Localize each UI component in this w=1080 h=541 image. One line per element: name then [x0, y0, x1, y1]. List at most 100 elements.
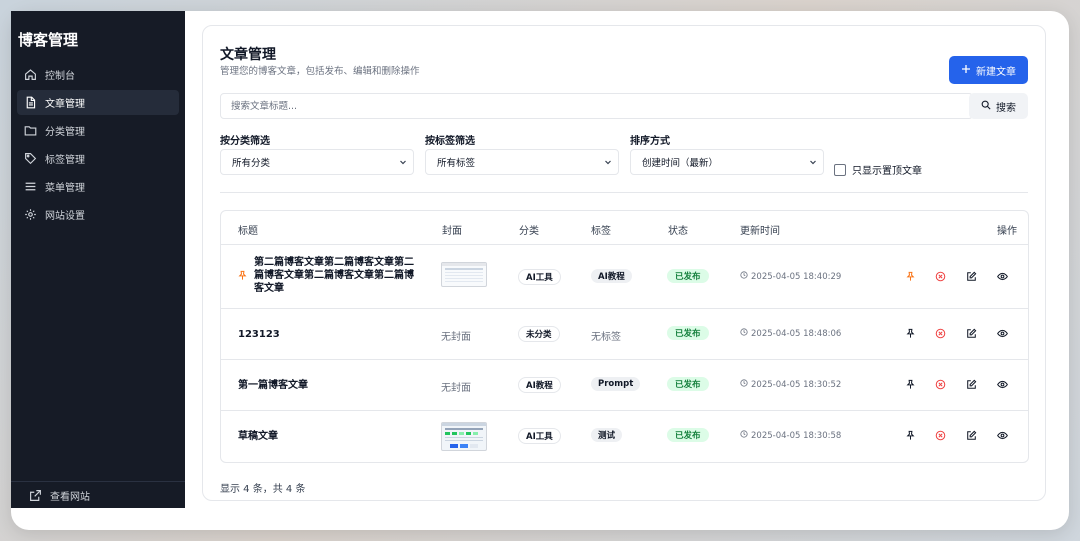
sidebar-item-label: 菜单管理	[45, 183, 85, 194]
page-subtitle: 管理您的博客文章，包括发布、编辑和删除操作	[220, 66, 420, 77]
sidebar-item-label: 网站设置	[45, 211, 85, 222]
edit-icon[interactable]	[964, 269, 978, 283]
column-header-category: 分类	[519, 226, 539, 237]
sidebar-item-categories[interactable]: 分类管理	[17, 118, 179, 143]
tag-badge: AI教程	[591, 269, 632, 283]
delete-icon[interactable]	[933, 326, 947, 340]
clock-icon	[740, 430, 748, 441]
sidebar-item-label: 文章管理	[45, 99, 85, 110]
document-icon	[23, 96, 37, 110]
view-site-link[interactable]: 查看网站	[11, 481, 185, 508]
new-article-button[interactable]: 新建文章	[949, 56, 1028, 84]
tag-filter-select[interactable]: 所有标签	[425, 149, 619, 175]
category-badge: 未分类	[518, 326, 560, 342]
chevron-down-icon	[399, 158, 407, 169]
updated-time: 2025-04-05 18:30:52	[740, 379, 841, 390]
view-site-label: 查看网站	[50, 491, 90, 503]
sidebar-item-dashboard[interactable]: 控制台	[17, 62, 179, 87]
sort-select[interactable]: 创建时间（最新）	[630, 149, 824, 175]
search-button[interactable]: 搜索	[969, 93, 1028, 119]
category-filter-label: 按分类筛选	[220, 136, 270, 147]
column-header-cover: 封面	[442, 226, 462, 237]
table-row: 草稿文章 AI工具 测试 已发布 2025-04-05 18:30:58	[221, 411, 1028, 462]
category-badge: AI教程	[518, 377, 561, 393]
gear-icon	[23, 208, 37, 222]
articles-table: 标题 封面 分类 标签 状态 更新时间 操作 第二篇博客文章第二篇博客文章第二篇…	[220, 210, 1029, 463]
article-title[interactable]: 123123	[238, 328, 280, 341]
sidebar-item-articles[interactable]: 文章管理	[17, 90, 179, 115]
article-title[interactable]: 第二篇博客文章第二篇博客文章第二篇博客文章第二篇博客文章第二篇博客文章	[254, 256, 414, 295]
sidebar-item-label: 控制台	[45, 71, 75, 82]
updated-time: 2025-04-05 18:40:29	[740, 271, 841, 282]
sidebar: 博客管理 控制台 文章管理 分类管理 标签管理 菜单管理 网站设置 查看网站	[11, 11, 185, 508]
pin-icon[interactable]	[903, 428, 917, 442]
status-badge: 已发布	[667, 377, 709, 391]
view-icon[interactable]	[995, 269, 1009, 283]
delete-icon[interactable]	[933, 377, 947, 391]
folder-icon	[23, 124, 37, 138]
menu-icon	[23, 180, 37, 194]
cover-empty: 无封面	[441, 332, 471, 343]
clock-icon	[740, 271, 748, 282]
sidebar-item-settings[interactable]: 网站设置	[17, 202, 179, 227]
page-title: 文章管理	[220, 47, 276, 63]
edit-icon[interactable]	[964, 377, 978, 391]
table-row: 第二篇博客文章第二篇博客文章第二篇博客文章第二篇博客文章第二篇博客文章 AI工具…	[221, 244, 1028, 309]
status-badge: 已发布	[667, 428, 709, 442]
tag-badge: Prompt	[591, 377, 641, 391]
checkbox-box[interactable]	[834, 163, 846, 176]
pinned-only-checkbox[interactable]: 只显示置顶文章	[834, 162, 922, 177]
chevron-down-icon	[604, 158, 612, 169]
tag-filter-label: 按标签筛选	[425, 136, 475, 147]
pinned-indicator-icon	[235, 268, 249, 282]
new-article-label: 新建文章	[976, 66, 1016, 78]
tag-icon	[23, 152, 37, 166]
delete-icon[interactable]	[933, 269, 947, 283]
brand-title: 博客管理	[18, 31, 79, 49]
plus-icon	[961, 64, 971, 77]
tag-empty: 无标签	[591, 332, 621, 343]
clock-icon	[740, 328, 748, 339]
status-badge: 已发布	[667, 269, 709, 283]
article-title[interactable]: 第一篇博客文章	[238, 379, 308, 392]
column-header-tags: 标签	[591, 226, 611, 237]
pin-icon[interactable]	[903, 377, 917, 391]
search-button-label: 搜索	[996, 102, 1016, 114]
chevron-down-icon	[809, 158, 817, 169]
category-filter-select[interactable]: 所有分类	[220, 149, 414, 175]
column-header-title: 标题	[238, 226, 258, 237]
table-row: 第一篇博客文章 无封面 AI教程 Prompt 已发布 2025-04-05 1…	[221, 360, 1028, 411]
pin-icon[interactable]	[903, 269, 917, 283]
view-icon[interactable]	[995, 377, 1009, 391]
updated-time-text: 2025-04-05 18:30:58	[751, 430, 842, 441]
article-title[interactable]: 草稿文章	[238, 430, 278, 443]
article-panel: 文章管理 管理您的博客文章，包括发布、编辑和删除操作 新建文章 搜索 按分类筛选…	[202, 25, 1046, 501]
updated-time: 2025-04-05 18:30:58	[740, 430, 841, 441]
updated-time: 2025-04-05 18:48:06	[740, 328, 841, 339]
divider	[220, 192, 1028, 193]
delete-icon[interactable]	[933, 428, 947, 442]
external-link-icon	[29, 489, 42, 502]
column-header-updated: 更新时间	[740, 226, 780, 237]
pin-icon[interactable]	[903, 326, 917, 340]
sidebar-item-label: 标签管理	[45, 155, 85, 166]
sidebar-nav: 控制台 文章管理 分类管理 标签管理 菜单管理 网站设置	[11, 62, 185, 230]
table-header: 标题 封面 分类 标签 状态 更新时间 操作	[221, 211, 1028, 245]
updated-time-text: 2025-04-05 18:30:52	[751, 379, 842, 390]
view-icon[interactable]	[995, 326, 1009, 340]
sort-value: 创建时间（最新）	[642, 158, 719, 169]
cover-thumbnail	[441, 422, 487, 451]
tag-filter-value: 所有标签	[437, 158, 476, 169]
view-icon[interactable]	[995, 428, 1009, 442]
category-filter-value: 所有分类	[232, 158, 271, 169]
edit-icon[interactable]	[964, 326, 978, 340]
clock-icon	[740, 379, 748, 390]
sidebar-item-menus[interactable]: 菜单管理	[17, 174, 179, 199]
edit-icon[interactable]	[964, 428, 978, 442]
search-input[interactable]	[220, 93, 973, 119]
column-header-actions: 操作	[997, 226, 1017, 237]
search-icon	[981, 100, 991, 113]
tag-badge: 测试	[591, 428, 623, 442]
pinned-only-label: 只显示置顶文章	[852, 166, 922, 177]
sidebar-item-tags[interactable]: 标签管理	[17, 146, 179, 171]
